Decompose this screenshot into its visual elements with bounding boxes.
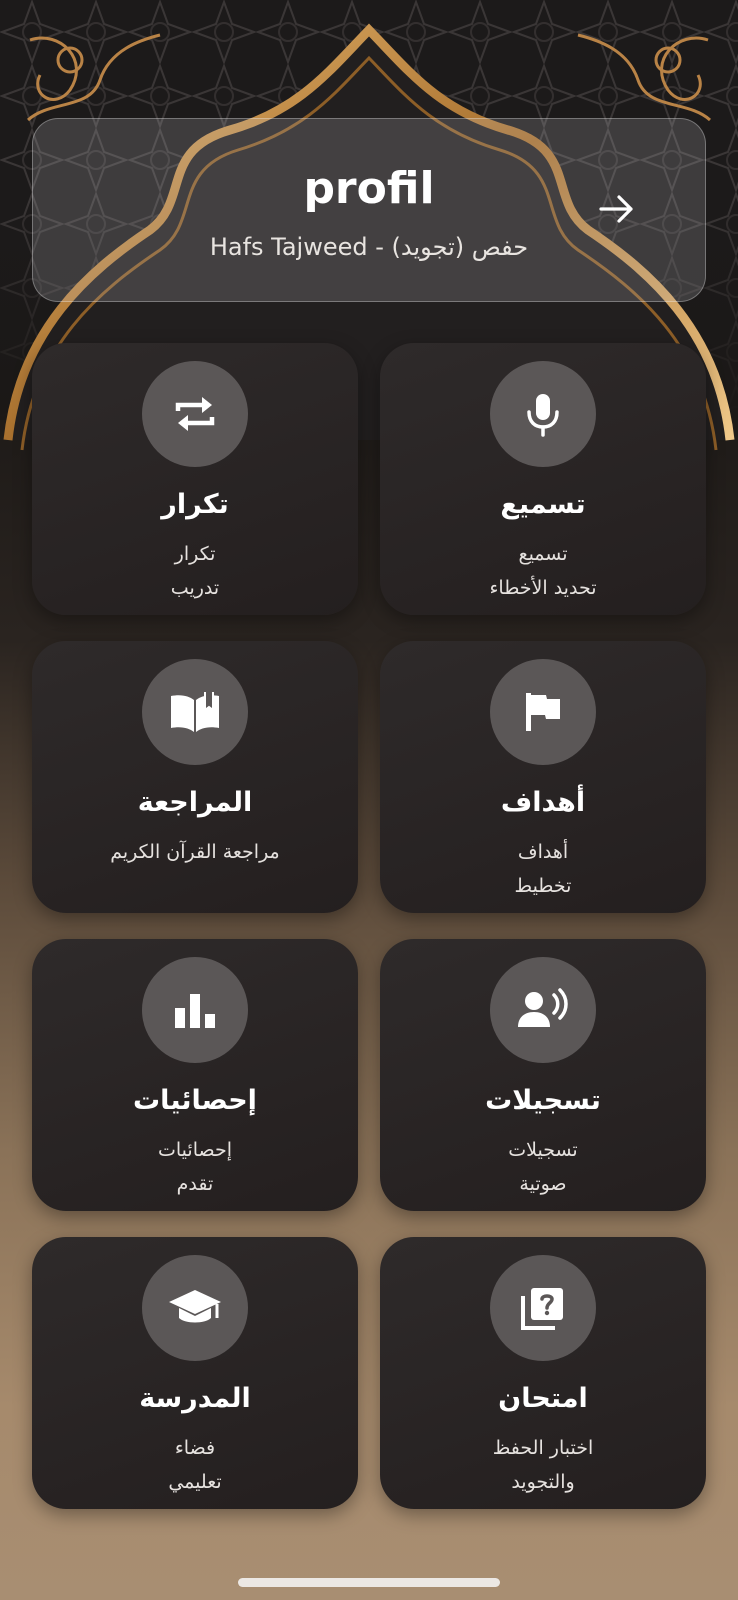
icon-circle <box>490 957 596 1063</box>
card-title: المراجعة <box>137 787 253 818</box>
card-subtitle-line: أهداف <box>517 841 569 863</box>
card-subtitle-line: تدريب <box>170 577 220 599</box>
icon-circle <box>142 361 248 467</box>
card-title: امتحان <box>498 1383 588 1414</box>
card-subtitle: تكرار تدريب <box>32 537 358 605</box>
card-muraja[interactable]: المراجعة مراجعة القرآن الكريم <box>32 641 358 913</box>
card-subtitle: فضاء تعليمي <box>32 1431 358 1499</box>
card-subtitle-line: تحديد الأخطاء <box>489 577 597 599</box>
card-subtitle-line: إحصائيات <box>158 1139 232 1161</box>
card-subtitle-line: اختبار الحفظ <box>492 1437 594 1459</box>
card-subtitle: تسميع تحديد الأخطاء <box>380 537 706 605</box>
flag-icon <box>526 693 560 731</box>
microphone-icon <box>527 394 559 437</box>
profile-header-card[interactable]: profil Hafs Tajweed - (تجويد) حفص <box>32 118 706 302</box>
header-subtitle: Hafs Tajweed - (تجويد) حفص <box>209 233 529 261</box>
card-title: تكرار <box>161 489 229 520</box>
icon-circle <box>490 659 596 765</box>
card-subtitle-line: مراجعة القرآن الكريم <box>110 841 280 863</box>
repeat-icon <box>175 397 215 431</box>
feature-grid: تسميع تسميع تحديد الأخطاء تكرار تكرار تد… <box>32 343 706 1509</box>
card-title: إحصائيات <box>133 1085 257 1116</box>
voice-recording-icon <box>518 988 568 1027</box>
graduation-cap-icon <box>169 1290 221 1323</box>
card-title: تسجيلات <box>485 1085 601 1116</box>
card-subtitle-line: تقدم <box>176 1173 214 1195</box>
open-book-icon <box>171 692 219 732</box>
card-subtitle-line: تعليمي <box>168 1471 222 1493</box>
card-subtitle-line: والتجويد <box>511 1471 575 1493</box>
card-subtitle-line: فضاء <box>174 1437 216 1459</box>
card-title: تسميع <box>500 489 586 520</box>
card-subtitle-line: تسجيلات <box>508 1139 578 1161</box>
card-tikrar[interactable]: تكرار تكرار تدريب <box>32 343 358 615</box>
card-subtitle: إحصائيات تقدم <box>32 1133 358 1201</box>
card-subtitle: أهداف تخطيط <box>380 835 706 903</box>
card-imtihan[interactable]: امتحان اختبار الحفظ والتجويد <box>380 1237 706 1509</box>
icon-circle <box>142 1255 248 1361</box>
card-tasjilat[interactable]: تسجيلات تسجيلات صوتية <box>380 939 706 1211</box>
card-tasmee[interactable]: تسميع تسميع تحديد الأخطاء <box>380 343 706 615</box>
quiz-icon <box>521 1288 563 1330</box>
card-subtitle: اختبار الحفظ والتجويد <box>380 1431 706 1499</box>
card-subtitle-line: تسميع <box>518 543 568 565</box>
card-subtitle-line: تكرار <box>174 543 216 565</box>
card-title: أهداف <box>500 787 586 818</box>
card-subtitle: تسجيلات صوتية <box>380 1133 706 1201</box>
bar-chart-icon <box>175 994 215 1028</box>
icon-circle <box>142 659 248 765</box>
card-subtitle-line: تخطيط <box>514 875 572 897</box>
home-indicator <box>238 1578 500 1587</box>
card-ihsaiyat[interactable]: إحصائيات إحصائيات تقدم <box>32 939 358 1211</box>
card-subtitle-line: صوتية <box>519 1173 567 1195</box>
arrow-right-icon[interactable] <box>597 189 637 229</box>
card-madrasa[interactable]: المدرسة فضاء تعليمي <box>32 1237 358 1509</box>
icon-circle <box>142 957 248 1063</box>
card-title: المدرسة <box>139 1383 251 1414</box>
card-subtitle: مراجعة القرآن الكريم <box>32 835 358 869</box>
card-ahdaf[interactable]: أهداف أهداف تخطيط <box>380 641 706 913</box>
icon-circle <box>490 361 596 467</box>
icon-circle <box>490 1255 596 1361</box>
